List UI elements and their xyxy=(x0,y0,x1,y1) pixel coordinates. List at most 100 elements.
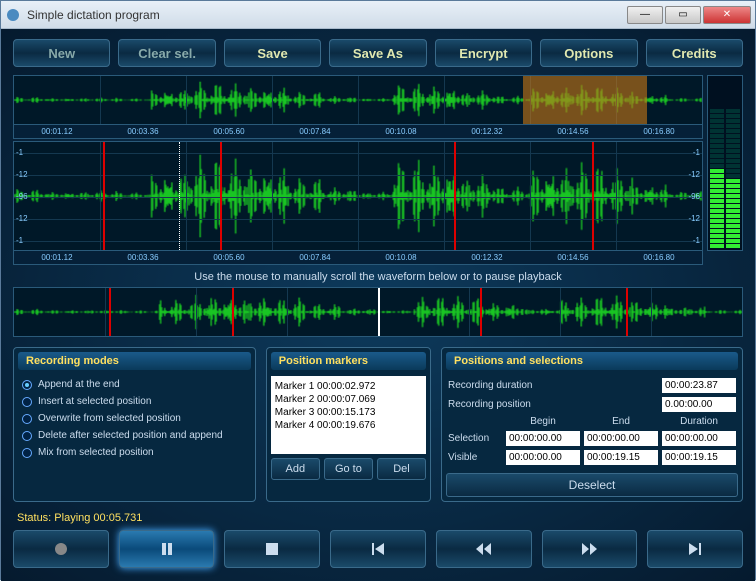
radio-icon xyxy=(22,448,32,458)
recording-mode-option[interactable]: Mix from selected position xyxy=(18,444,251,461)
pause-icon xyxy=(159,541,175,557)
mode-label: Delete after selected position and appen… xyxy=(38,430,223,441)
time-tick: 00:07.84 xyxy=(299,127,330,136)
rewind-button[interactable] xyxy=(436,530,532,568)
visible-end: 00:00:19.15 xyxy=(584,450,658,465)
marker-goto-button[interactable]: Go to xyxy=(324,458,373,480)
playhead[interactable] xyxy=(378,288,380,336)
time-tick: 00:01.12 xyxy=(41,253,72,262)
recording-mode-option[interactable]: Insert at selected position xyxy=(18,393,251,410)
skip-start-icon xyxy=(370,541,386,557)
marker-line[interactable] xyxy=(626,288,628,336)
encrypt-button[interactable]: Encrypt xyxy=(435,39,532,67)
overview-selection[interactable] xyxy=(523,76,647,124)
col-begin: Begin xyxy=(506,416,580,427)
save-as-button[interactable]: Save As xyxy=(329,39,426,67)
time-tick: 00:10.08 xyxy=(385,127,416,136)
window-title: Simple dictation program xyxy=(27,8,625,22)
radio-icon xyxy=(22,380,32,390)
col-duration: Duration xyxy=(662,416,736,427)
vu-channel-right xyxy=(726,109,740,248)
window-maximize-button[interactable]: ▭ xyxy=(665,6,701,24)
skip-start-button[interactable] xyxy=(330,530,426,568)
window-minimize-button[interactable]: — xyxy=(627,6,663,24)
stop-button[interactable] xyxy=(224,530,320,568)
marker-delete-button[interactable]: Del xyxy=(377,458,426,480)
marker-line[interactable] xyxy=(232,288,234,336)
time-tick: 00:05.60 xyxy=(213,127,244,136)
position-markers-title: Position markers xyxy=(271,352,426,370)
recording-mode-option[interactable]: Append at the end xyxy=(18,376,251,393)
marker-line[interactable] xyxy=(592,142,594,250)
status-text: Status: Playing 00:05.731 xyxy=(13,512,743,524)
scroll-hint: Use the mouse to manually scroll the wav… xyxy=(13,271,743,283)
forward-icon xyxy=(580,541,598,557)
window-titlebar: Simple dictation program — ▭ ✕ xyxy=(1,1,755,29)
main-toolbar: New Clear sel. Save Save As Encrypt Opti… xyxy=(13,39,743,67)
rec-duration-value: 00:00:23.87 xyxy=(662,378,736,393)
selection-end: 00:00:00.00 xyxy=(584,431,658,446)
transport-bar xyxy=(13,530,743,568)
recording-modes-panel: Recording modes Append at the end Insert … xyxy=(13,347,256,502)
rec-position-value: 0.00:00.00 xyxy=(662,397,736,412)
marker-line[interactable] xyxy=(220,142,222,250)
selection-begin: 00:00:00.00 xyxy=(506,431,580,446)
vu-meter xyxy=(707,75,743,251)
app-icon xyxy=(5,7,21,23)
marker-line[interactable] xyxy=(454,142,456,250)
clear-selection-button[interactable]: Clear sel. xyxy=(118,39,215,67)
positions-panel: Positions and selections Recording durat… xyxy=(441,347,743,502)
waveform-main[interactable]: -1-1-12-12-96-96-12-12-1-1 xyxy=(13,141,703,251)
save-button[interactable]: Save xyxy=(224,39,321,67)
time-tick: 00:05.60 xyxy=(213,253,244,262)
marker-item[interactable]: Marker 1 00:00:02.972 xyxy=(275,380,422,393)
deselect-button[interactable]: Deselect xyxy=(446,473,738,497)
visible-duration: 00:00:19.15 xyxy=(662,450,736,465)
stop-icon xyxy=(265,542,279,556)
time-tick: 00:03.36 xyxy=(127,253,158,262)
skip-end-icon xyxy=(687,541,703,557)
window-close-button[interactable]: ✕ xyxy=(703,6,751,24)
waveform-scroll[interactable] xyxy=(13,287,743,337)
skip-end-button[interactable] xyxy=(647,530,743,568)
playhead[interactable] xyxy=(179,142,180,250)
mode-label: Insert at selected position xyxy=(38,396,151,407)
recording-mode-option[interactable]: Overwrite from selected position xyxy=(18,410,251,427)
marker-item[interactable]: Marker 4 00:00:19.676 xyxy=(275,419,422,432)
time-tick: 00:12.32 xyxy=(471,253,502,262)
record-button[interactable] xyxy=(13,530,109,568)
marker-line[interactable] xyxy=(109,288,111,336)
options-button[interactable]: Options xyxy=(540,39,637,67)
recording-mode-option[interactable]: Delete after selected position and appen… xyxy=(18,427,251,444)
waveform-overview[interactable] xyxy=(13,75,703,125)
forward-button[interactable] xyxy=(542,530,638,568)
time-tick: 00:07.84 xyxy=(299,253,330,262)
marker-item[interactable]: Marker 3 00:00:15.173 xyxy=(275,406,422,419)
radio-icon xyxy=(22,414,32,424)
positions-title: Positions and selections xyxy=(446,352,738,370)
credits-button[interactable]: Credits xyxy=(646,39,743,67)
marker-line[interactable] xyxy=(103,142,105,250)
recording-modes-title: Recording modes xyxy=(18,352,251,370)
visible-begin: 00:00:00.00 xyxy=(506,450,580,465)
mode-label: Overwrite from selected position xyxy=(38,413,181,424)
rec-position-label: Recording position xyxy=(448,399,656,410)
time-tick: 00:14.56 xyxy=(557,253,588,262)
rec-duration-label: Recording duration xyxy=(448,380,656,391)
position-markers-panel: Position markers Marker 1 00:00:02.972Ma… xyxy=(266,347,431,502)
time-tick: 00:16.80 xyxy=(643,127,674,136)
time-tick: 00:16.80 xyxy=(643,253,674,262)
col-end: End xyxy=(584,416,658,427)
marker-add-button[interactable]: Add xyxy=(271,458,320,480)
marker-item[interactable]: Marker 2 00:00:07.069 xyxy=(275,393,422,406)
pause-button[interactable] xyxy=(119,530,215,568)
vu-channel-left xyxy=(710,109,724,248)
time-tick: 00:10.08 xyxy=(385,253,416,262)
time-tick: 00:03.36 xyxy=(127,127,158,136)
rewind-icon xyxy=(475,541,493,557)
new-button[interactable]: New xyxy=(13,39,110,67)
markers-list[interactable]: Marker 1 00:00:02.972Marker 2 00:00:07.0… xyxy=(271,376,426,454)
marker-line[interactable] xyxy=(480,288,482,336)
time-tick: 00:01.12 xyxy=(41,127,72,136)
overview-time-ruler: 00:01.12 00:03.36 00:05.60 00:07.84 00:10.08… xyxy=(13,125,703,139)
